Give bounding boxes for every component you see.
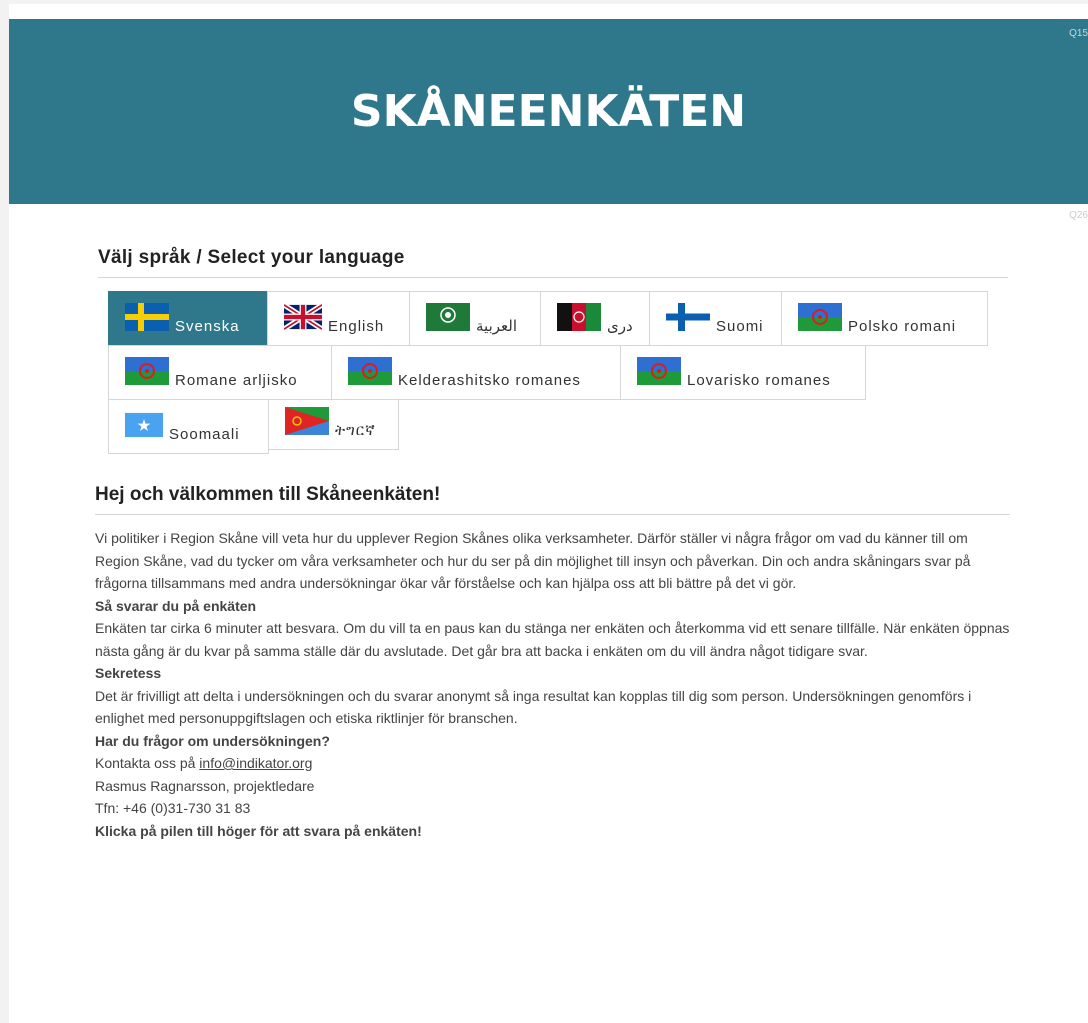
page-title: SKÅNEENKÄTEN [350,86,747,137]
page: SKÅNEENKÄTEN Q15 Q26 Välj språk / Select… [9,4,1088,1023]
intro-text: Vi politiker i Region Skåne vill veta hu… [95,530,971,591]
somalia-flag-icon [125,412,163,438]
tab-tigrinya[interactable]: ትግርኛ [268,399,399,450]
welcome-content: Hej och välkommen till Skåneenkäten! Vi … [95,484,1010,842]
sweden-flag-icon [125,303,169,331]
contact-prefix: Kontakta oss på [95,755,200,771]
tab-label: Suomi [716,318,764,335]
contact-phone: Tfn: +46 (0)31-730 31 83 [95,800,251,816]
tab-dari[interactable]: دری [540,291,650,346]
tab-romane-arljisko[interactable]: Romane arljisko [108,345,332,400]
privacy-heading: Sekretess [95,665,162,681]
tab-label: English [328,318,385,335]
privacy-text: Det är frivilligt att delta i undersökni… [95,687,972,727]
welcome-title: Hej och välkommen till Skåneenkäten! [95,484,1010,515]
header-banner: SKÅNEENKÄTEN [9,19,1088,204]
romani-flag-icon [348,357,392,385]
tab-label: Polsko romani [848,318,957,335]
tab-soomaali[interactable]: Soomaali [108,399,269,454]
eritrea-flag-icon [285,407,329,435]
arab-league-flag-icon [426,303,470,331]
how-to-answer-heading: Så svarar du på enkäten [95,597,257,614]
questions-heading: Har du frågor om undersökningen? [95,732,330,749]
romani-flag-icon [637,357,681,385]
question-id-label: Q26 [1069,210,1088,221]
afghanistan-flag-icon [557,303,601,331]
romani-flag-icon [125,357,169,385]
tab-lovarisko-romanes[interactable]: Lovarisko romanes [620,345,866,400]
language-selector: Välj språk / Select your language Svensk… [98,247,1008,454]
tab-suomi[interactable]: Suomi [649,291,782,346]
romani-flag-icon [798,303,842,331]
tab-label: العربية [476,318,517,335]
finland-flag-icon [666,303,710,331]
tab-arabic[interactable]: العربية [409,291,541,346]
contact-person: Rasmus Ragnarsson, projektledare [95,777,315,794]
tab-label: Romane arljisko [175,372,298,389]
tab-label: ትግርኛ [335,422,376,439]
tab-polsko-romani[interactable]: Polsko romani [781,291,988,346]
language-tabs: Svenska English العربية دری Suomi Polsko… [98,278,1008,454]
language-heading: Välj språk / Select your language [98,247,1008,278]
tab-kelderashitsko-romanes[interactable]: Kelderashitsko romanes [331,345,621,400]
tab-label: Lovarisko romanes [687,372,831,389]
contact-line: Kontakta oss på info@indikator.org [95,752,1010,775]
tab-svenska[interactable]: Svenska [108,291,268,346]
how-to-answer-text: Enkäten tar cirka 6 minuter att besvara.… [95,620,1010,659]
uk-flag-icon [284,303,322,331]
tab-label: دری [607,318,633,335]
tab-english[interactable]: English [267,291,410,346]
tab-label: Svenska [175,318,240,335]
tab-label: Soomaali [169,426,240,443]
call-to-action: Klicka på pilen till höger för att svara… [95,822,422,839]
tab-label: Kelderashitsko romanes [398,372,581,389]
contact-email-link[interactable]: info@indikator.org [199,755,312,771]
question-id-label: Q15 [1069,28,1088,39]
